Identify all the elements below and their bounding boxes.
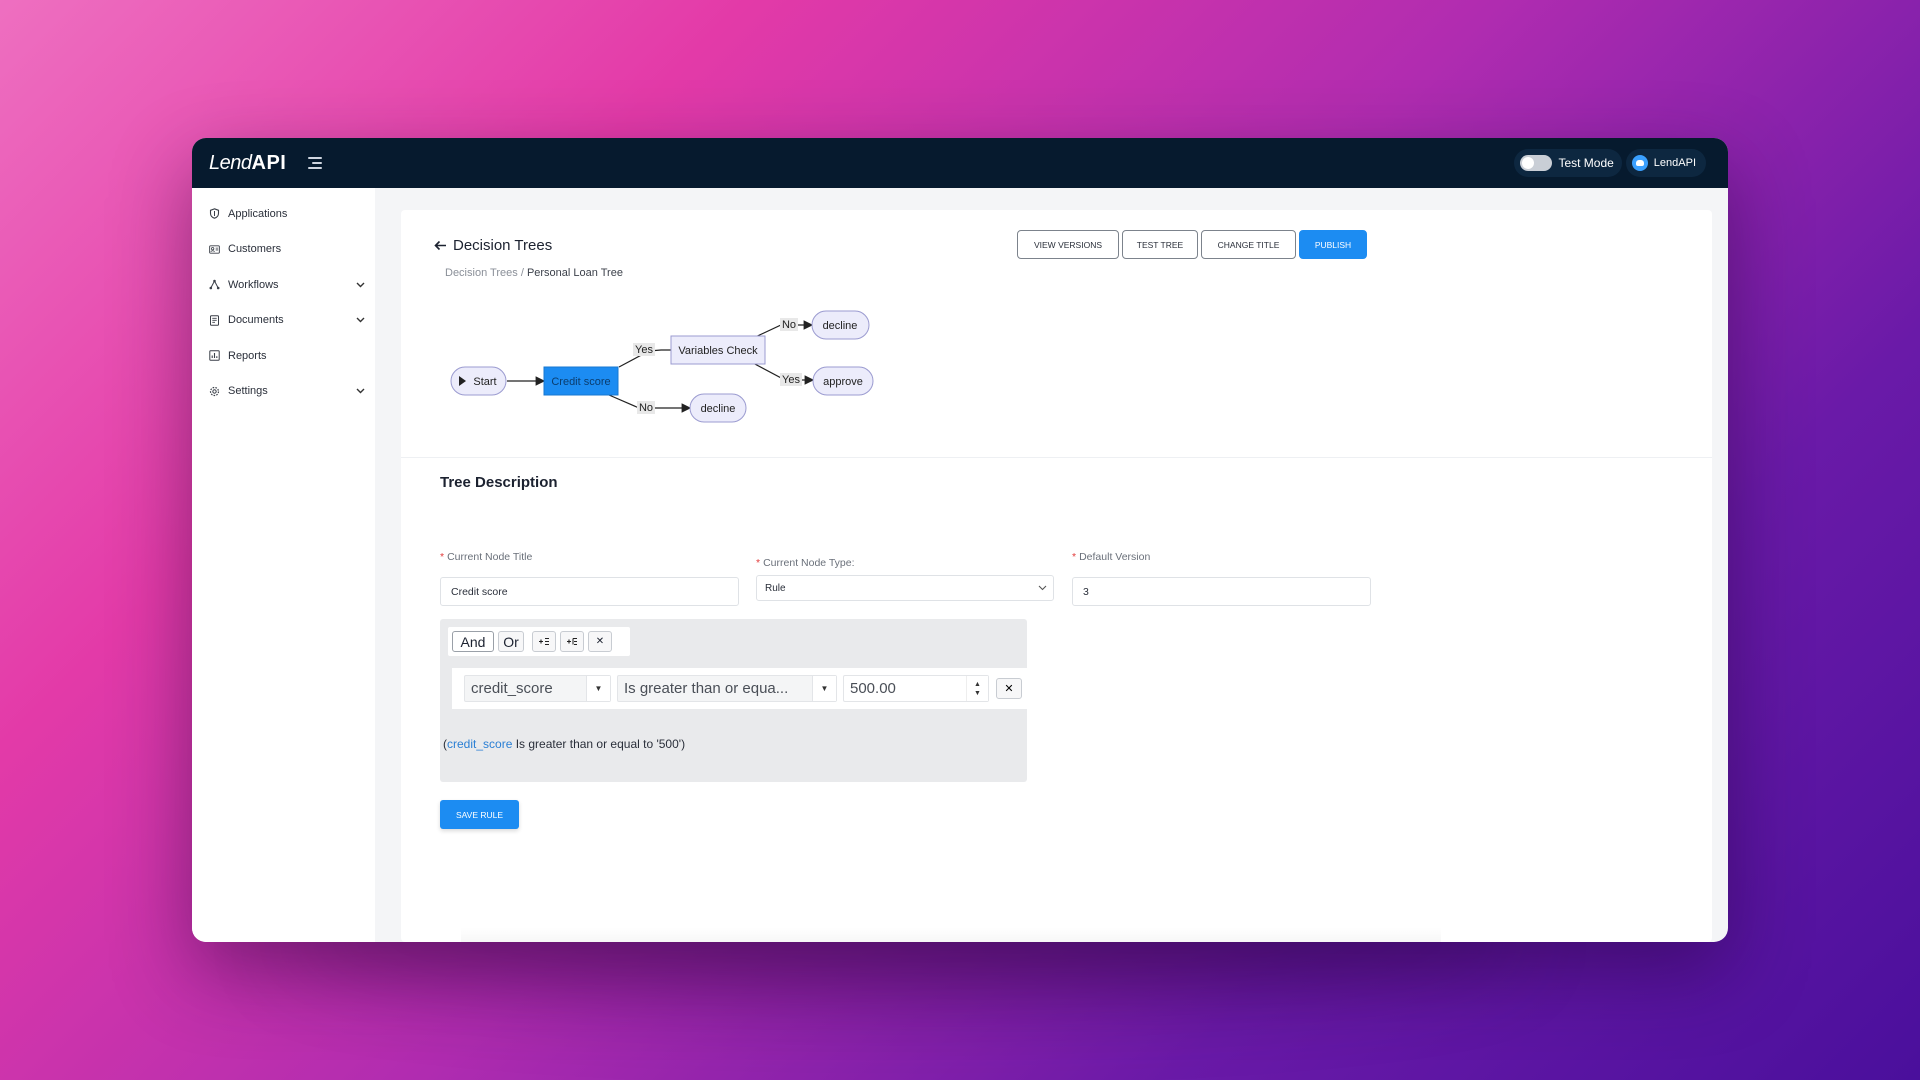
operator-select[interactable]: Is greater than or equa... ▼ (617, 675, 837, 702)
default-version-label: * Default Version (1072, 551, 1150, 563)
chevron-down-icon[interactable] (356, 315, 365, 325)
node-title-input[interactable]: Credit score (440, 577, 739, 606)
required-marker: * (440, 551, 445, 563)
required-marker: * (756, 557, 761, 569)
node-start[interactable]: Start (450, 366, 507, 396)
remove-rule-button[interactable]: ✕ (996, 678, 1022, 699)
avatar-icon (1631, 155, 1648, 171)
field-select-value: credit_score (471, 680, 553, 697)
add-rule-icon[interactable] (532, 631, 556, 652)
rule-group-header: And Or ✕ (448, 627, 630, 656)
node-credit-score[interactable]: Credit score (543, 366, 619, 396)
test-mode-switch[interactable]: Test Mode (1514, 149, 1622, 177)
edge-label-yes: Yes (635, 344, 653, 356)
document-icon (209, 315, 220, 326)
edge-label-no: No (782, 319, 796, 331)
number-spinner[interactable]: ▲ ▼ (966, 676, 988, 701)
node-decline-label: decline (701, 403, 736, 415)
node-type-value: Rule (765, 582, 786, 594)
caret-down-icon: ▼ (812, 676, 836, 701)
value-number-input[interactable]: 500.00 ▲ ▼ (843, 675, 989, 702)
user-menu[interactable]: LendAPI (1625, 149, 1706, 177)
main-card: Decision Trees Decision Trees / Personal… (401, 210, 1712, 942)
operator-select-value: Is greater than or equa... (624, 680, 789, 697)
rule-summary-rest: Is greater than or equal to '500') (512, 737, 686, 751)
chevron-down-icon (1038, 583, 1047, 594)
required-marker: * (1072, 551, 1077, 563)
sidebar-item-workflows[interactable]: Workflows (192, 267, 375, 303)
chevron-down-icon[interactable] (356, 280, 365, 290)
node-credit-score-label: Credit score (551, 376, 610, 388)
workflow-icon (209, 279, 220, 290)
default-version-input[interactable]: 3 (1072, 577, 1371, 606)
node-title-label-text: Current Node Title (447, 551, 533, 563)
sidebar-item-label: Customers (228, 243, 282, 256)
node-approve-label: approve (823, 376, 863, 388)
add-group-icon[interactable] (560, 631, 584, 652)
or-button[interactable]: Or (498, 631, 524, 652)
decision-tree-diagram: Yes No No Yes Start Credit score Variabl… (450, 310, 874, 423)
sidebar-item-documents[interactable]: Documents (192, 303, 375, 339)
save-rule-button[interactable]: SAVE RULE (440, 800, 519, 829)
node-type-select[interactable]: Rule (756, 575, 1054, 601)
and-button[interactable]: And (452, 631, 494, 652)
sidebar: Applications Customers Workflows Documen… (192, 188, 375, 942)
node-title-label: * Current Node Title (440, 551, 532, 563)
sidebar-item-applications[interactable]: Applications (192, 196, 375, 232)
app-window: Lend API Test Mode LendAPI Applications (192, 138, 1728, 942)
node-variables-check-label: Variables Check (678, 345, 758, 357)
rule-row: credit_score ▼ Is greater than or equa..… (448, 668, 1027, 709)
menu-toggle-icon[interactable] (308, 156, 324, 170)
default-version-label-text: Default Version (1079, 551, 1151, 563)
shield-icon (209, 208, 220, 220)
edge-label-no: No (639, 402, 653, 414)
chart-icon (209, 350, 220, 361)
node-approve[interactable]: approve (812, 366, 874, 396)
test-mode-toggle[interactable] (1520, 155, 1553, 171)
edge-label-yes: Yes (782, 374, 800, 386)
section-title: Tree Description (440, 474, 558, 491)
rule-builder: And Or ✕ credit_score ▼ Is greater than … (440, 619, 1027, 782)
user-name: LendAPI (1653, 157, 1696, 169)
top-bar-right: Test Mode LendAPI (1514, 149, 1706, 177)
caret-down-icon: ▼ (586, 676, 610, 701)
spinner-up-icon[interactable]: ▲ (974, 680, 981, 689)
users-icon (209, 244, 220, 255)
node-decline-bottom[interactable]: decline (689, 393, 747, 423)
node-decline-top[interactable]: decline (811, 310, 870, 340)
sidebar-item-label: Settings (228, 385, 268, 398)
node-decline-label: decline (823, 320, 858, 332)
sidebar-item-label: Documents (228, 314, 284, 327)
value-number-text: 500.00 (850, 680, 896, 697)
logo-api-text: API (251, 151, 287, 174)
test-mode-label: Test Mode (1558, 156, 1614, 170)
field-select[interactable]: credit_score ▼ (464, 675, 611, 702)
sidebar-item-label: Applications (228, 207, 288, 220)
sidebar-item-settings[interactable]: Settings (192, 374, 375, 410)
remove-group-button[interactable]: ✕ (588, 631, 612, 652)
section-divider (401, 457, 1712, 458)
sidebar-item-label: Workflows (228, 278, 279, 291)
rule-summary: (credit_score Is greater than or equal t… (443, 737, 685, 751)
logo-lend-text: Lend (209, 151, 252, 174)
node-variables-check[interactable]: Variables Check (670, 335, 766, 365)
sidebar-item-customers[interactable]: Customers (192, 232, 375, 268)
sidebar-item-label: Reports (228, 349, 267, 362)
sidebar-item-reports[interactable]: Reports (192, 338, 375, 374)
node-type-label-text: Current Node Type: (763, 557, 855, 569)
app-logo[interactable]: Lend API (209, 152, 286, 175)
node-start-label: Start (473, 376, 496, 388)
rule-summary-field[interactable]: credit_score (447, 737, 512, 751)
spinner-down-icon[interactable]: ▼ (974, 689, 981, 698)
gear-icon (209, 386, 220, 397)
chevron-down-icon[interactable] (356, 386, 365, 396)
top-bar: Lend API Test Mode LendAPI (192, 138, 1728, 188)
node-type-label: * Current Node Type: (756, 557, 855, 569)
card-bottom-shadow (461, 927, 1441, 942)
